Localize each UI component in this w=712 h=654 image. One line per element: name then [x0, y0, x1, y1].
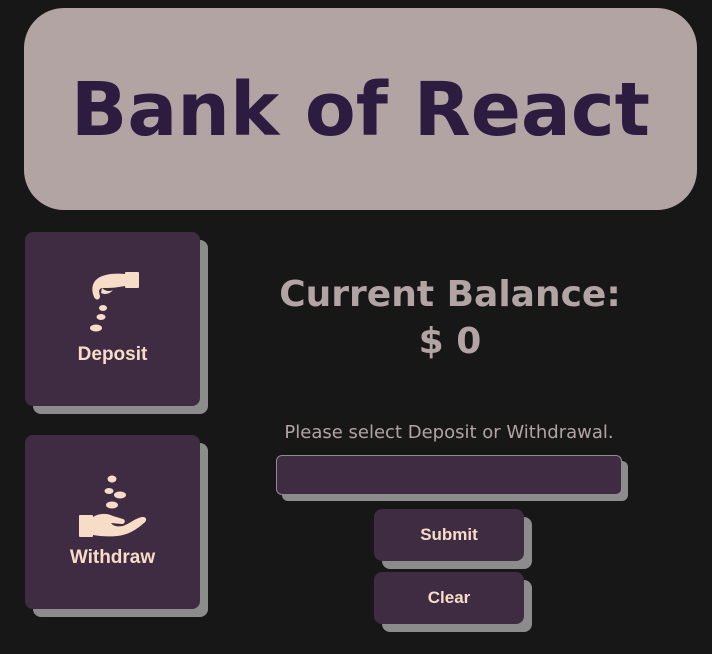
withdraw-label: Withdraw — [69, 547, 156, 568]
balance-value: $ 0 — [418, 321, 482, 362]
submit-button[interactable]: Submit — [374, 509, 524, 561]
withdraw-button[interactable]: Withdraw — [25, 435, 200, 609]
instruction-text: Please select Deposit or Withdrawal. — [284, 422, 614, 443]
clear-button[interactable]: Clear — [374, 572, 524, 624]
deposit-label: Deposit — [77, 344, 148, 365]
amount-input[interactable] — [276, 455, 622, 495]
app-title: Bank of React — [70, 67, 651, 153]
app-header: Bank of React — [24, 8, 697, 210]
hand-dropping-coins-icon — [83, 270, 143, 338]
balance-title: Current Balance: — [279, 274, 621, 315]
deposit-button[interactable]: Deposit — [25, 232, 200, 406]
hand-receiving-coins-icon — [77, 473, 149, 543]
